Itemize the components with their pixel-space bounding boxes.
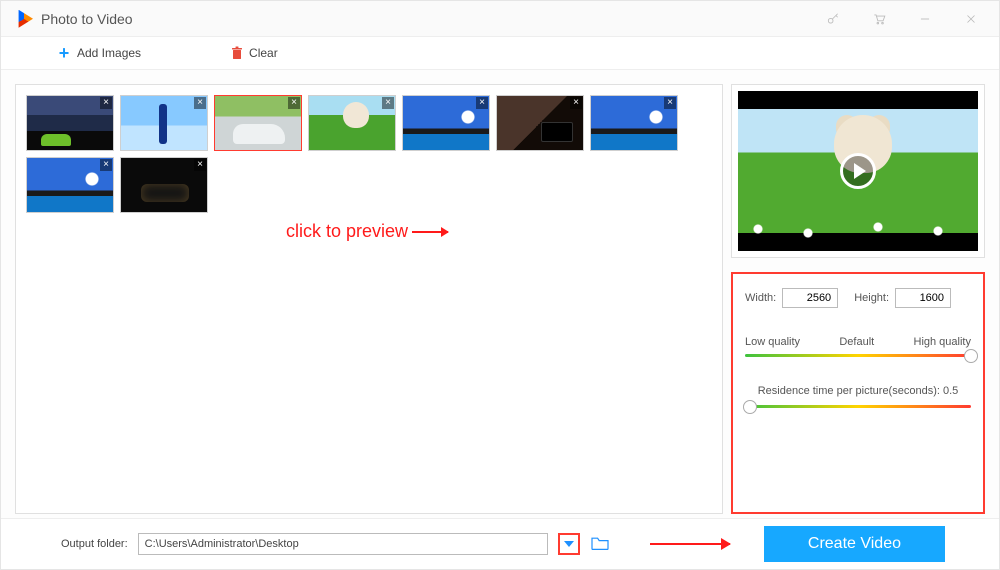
quality-slider-knob[interactable] [964,349,978,363]
width-input[interactable] [782,288,838,308]
right-pane: Width: Height: Low quality Default High … [731,84,985,514]
dimensions-row: Width: Height: [745,288,971,308]
footer: Output folder: Create Video [1,518,999,569]
thumbnail-item[interactable]: × [120,95,208,151]
thumbnail-remove-button[interactable]: × [382,97,394,109]
quality-slider[interactable] [745,354,971,357]
residence-slider[interactable] [745,405,971,408]
annotation-arrow-icon [650,543,730,545]
title-bar: Photo to Video [1,1,999,37]
quality-low-label: Low quality [745,336,800,348]
quality-default-label: Default [839,336,874,348]
annotation-click-to-preview: click to preview [286,221,448,242]
thumbnail-item[interactable]: × [308,95,396,151]
thumbnail-item[interactable]: × [26,95,114,151]
output-folder-input[interactable] [138,533,548,555]
clear-label: Clear [249,46,278,60]
toolbar: + Add Images Clear [1,37,999,70]
thumbnail-item[interactable]: × [496,95,584,151]
play-button[interactable] [840,153,876,189]
height-input[interactable] [895,288,951,308]
close-button[interactable] [957,5,985,33]
height-label: Height: [854,292,889,304]
thumbnail-remove-button[interactable]: × [664,97,676,109]
chevron-down-icon [564,541,574,547]
thumbnail-remove-button[interactable]: × [570,97,582,109]
output-folder-dropdown[interactable] [558,533,580,555]
add-images-button[interactable]: + Add Images [57,46,141,60]
thumbnail-item[interactable]: × [214,95,302,151]
residence-slider-knob[interactable] [743,400,757,414]
app-logo-icon [15,10,33,28]
app-title: Photo to Video [41,11,133,27]
thumbnail-grid: × × × × × × × × × [26,95,712,213]
thumbnail-remove-button[interactable]: × [100,97,112,109]
width-label: Width: [745,292,776,304]
residence-label: Residence time per picture(seconds): 0.5 [745,385,971,397]
minimize-button[interactable] [911,5,939,33]
thumbnail-item[interactable]: × [120,157,208,213]
system-buttons [819,5,985,33]
thumbnail-item[interactable]: × [590,95,678,151]
thumbnail-remove-button[interactable]: × [100,159,112,171]
annotation-text: click to preview [286,221,408,242]
settings-panel: Width: Height: Low quality Default High … [731,272,985,514]
preview-box [731,84,985,258]
thumbnail-item[interactable]: × [26,157,114,213]
trash-icon [231,46,243,60]
thumbnail-pane: × × × × × × × × × click to preview [15,84,723,514]
key-icon[interactable] [819,5,847,33]
browse-folder-button[interactable] [590,535,610,554]
clear-button[interactable]: Clear [231,46,278,60]
quality-block: Low quality Default High quality [745,336,971,357]
residence-block: Residence time per picture(seconds): 0.5 [745,385,971,408]
output-folder-label: Output folder: [61,538,128,550]
thumbnail-remove-button[interactable]: × [194,97,206,109]
create-video-button[interactable]: Create Video [764,526,945,562]
thumbnail-remove-button[interactable]: × [194,159,206,171]
arrow-icon [412,231,448,233]
create-video-label: Create Video [808,535,901,553]
thumbnail-item[interactable]: × [402,95,490,151]
app-window: Photo to Video + Add Images Clea [0,0,1000,570]
add-images-label: Add Images [77,46,141,60]
cart-icon[interactable] [865,5,893,33]
thumbnail-remove-button[interactable]: × [476,97,488,109]
preview-video [738,91,978,251]
plus-icon: + [57,46,71,60]
thumbnail-remove-button[interactable]: × [288,97,300,109]
quality-high-label: High quality [914,336,971,348]
main-area: × × × × × × × × × click to preview Width: Height… [1,70,999,518]
